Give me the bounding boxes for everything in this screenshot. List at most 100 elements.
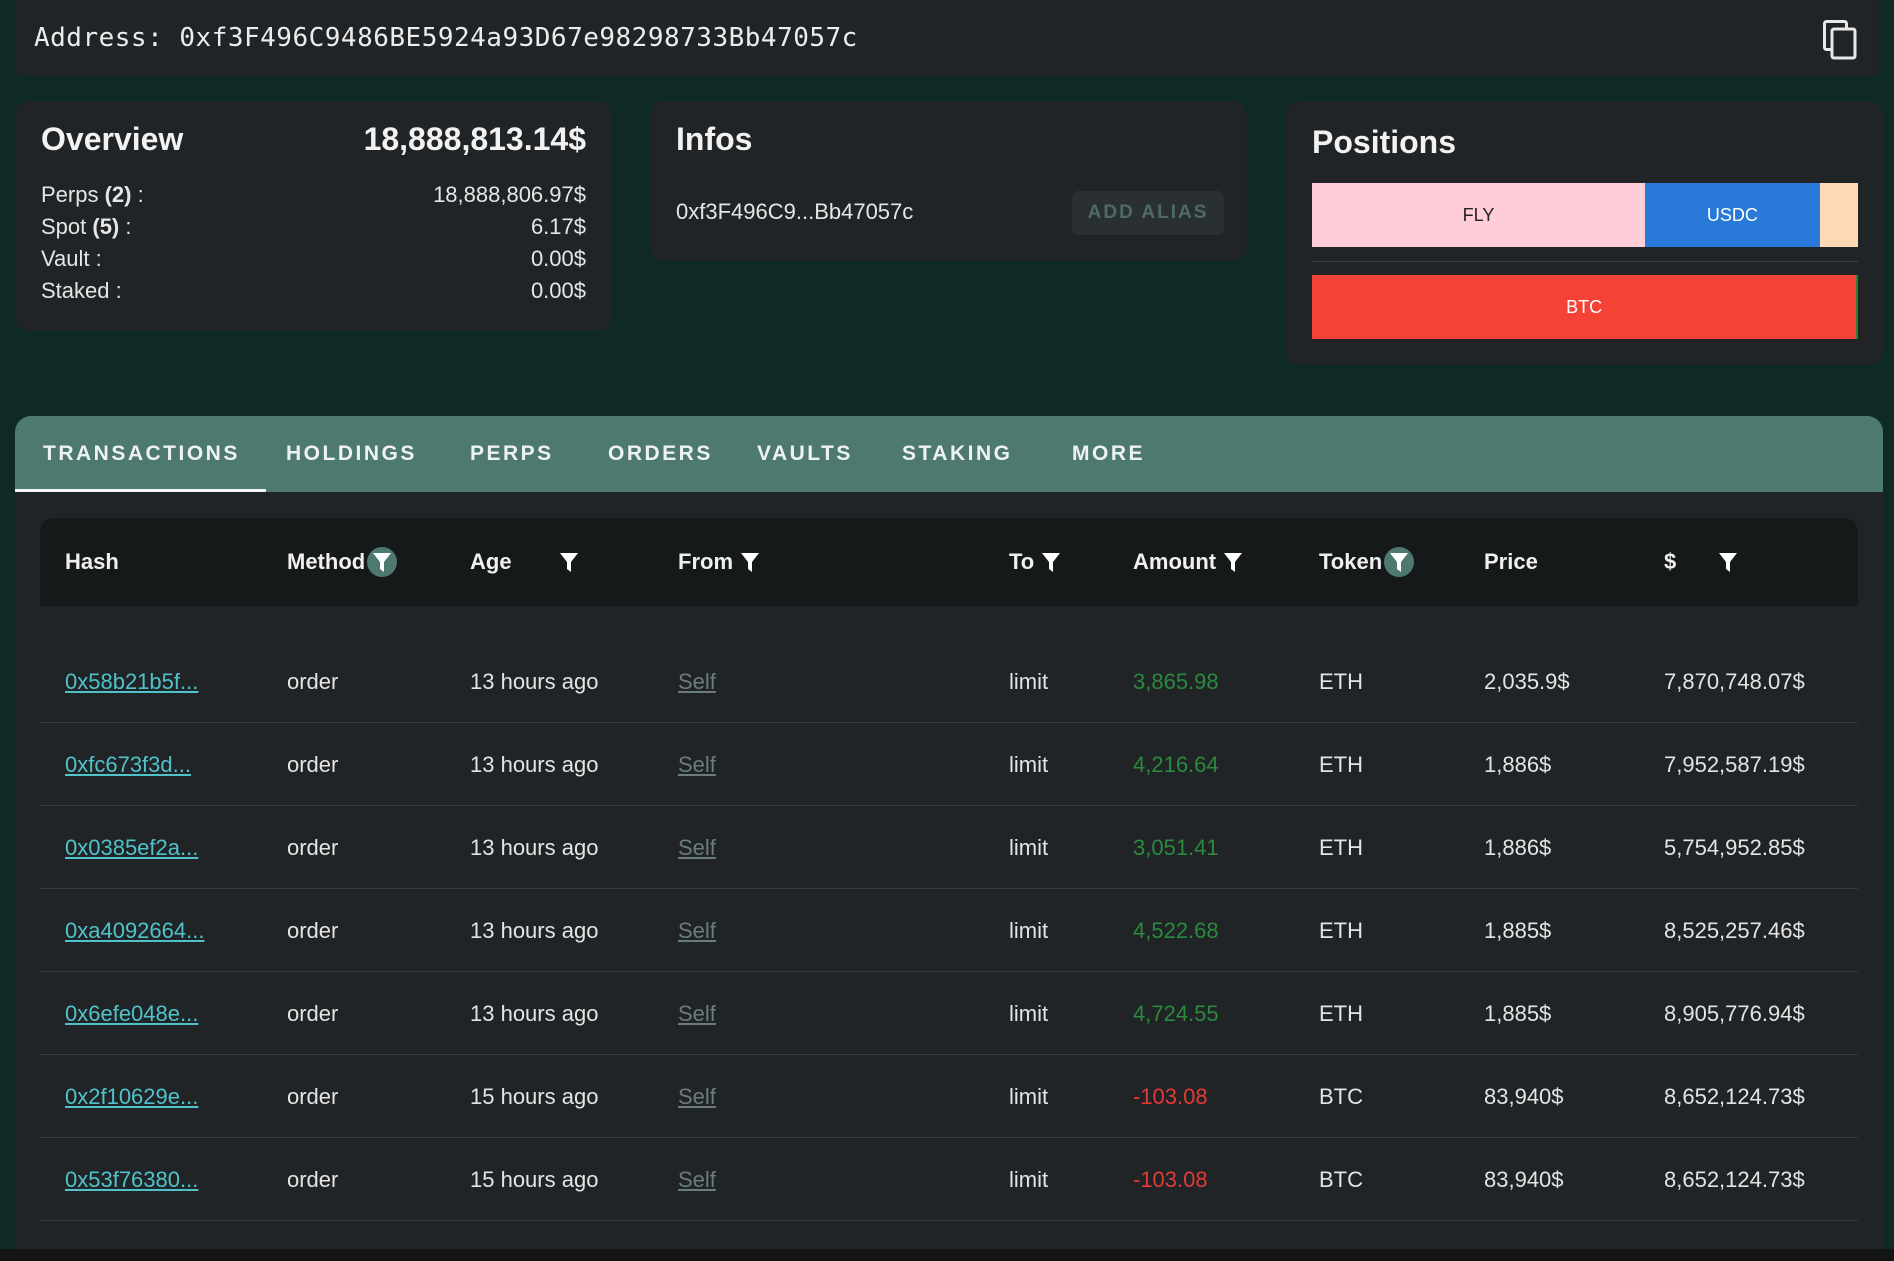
tx-from-link-cell: Self <box>678 640 716 723</box>
tx-method: order <box>287 1000 339 1026</box>
filter-icon[interactable] <box>1384 547 1415 577</box>
tx-amount-cell: -103.08 <box>1133 1138 1208 1221</box>
tab-perps[interactable]: PERPS <box>470 416 554 492</box>
tx-from-link[interactable]: Self <box>678 835 716 861</box>
tx-to-cell: limit <box>1009 972 1048 1055</box>
tx-token-cell: ETH <box>1319 806 1363 889</box>
tab-orders[interactable]: ORDERS <box>608 416 713 492</box>
tx-price-cell: 1,885$ <box>1484 889 1551 972</box>
tx-age-cell: 13 hours ago <box>470 723 598 806</box>
table-row: 0x6efe048e... order 13 hours ago Self limit 4… <box>40 972 1858 1055</box>
tx-token: ETH <box>1319 751 1363 777</box>
table-header: Hash Method Age From To Amount Token Price $ <box>40 518 1858 606</box>
tx-to-cell: limit <box>1009 1138 1048 1221</box>
position-segment-btc[interactable]: BTC <box>1312 275 1857 339</box>
tab-vaults[interactable]: VAULTS <box>757 416 853 492</box>
tab-transactions[interactable]: TRANSACTIONS <box>15 416 266 492</box>
filter-icon[interactable] <box>554 547 584 577</box>
tx-from-link[interactable]: Self <box>678 1001 716 1027</box>
tx-from-link-cell: Self <box>678 972 716 1055</box>
tx-amount-cell: -103.08 <box>1133 1055 1208 1138</box>
column-header-label: Amount <box>1133 549 1217 574</box>
tx-usd-value-cell: 8,652,124.73$ <box>1664 1138 1805 1221</box>
tx-price: 2,035.9$ <box>1484 668 1570 694</box>
tx-age-cell: 15 hours ago <box>470 1138 598 1221</box>
address-value: 0xf3F496C9486BE5924a93D67e98298733Bb4705… <box>179 23 858 53</box>
column-header-hash: Hash <box>65 518 119 606</box>
tx-from-link[interactable]: Self <box>678 669 716 695</box>
tx-price: 83,940$ <box>1484 1166 1564 1192</box>
column-header-label: Method <box>287 549 366 574</box>
filter-icon[interactable] <box>1713 547 1743 577</box>
column-header-usd: $ <box>1664 518 1743 606</box>
positions-divider <box>1312 261 1858 262</box>
tx-to: limit <box>1009 834 1049 860</box>
tx-to: limit <box>1009 668 1049 694</box>
tabs-panel: TRANSACTIONS HOLDINGS PERPS ORDERS VAULTS STA… <box>15 416 1883 1261</box>
tx-method-cell: order <box>287 889 338 972</box>
tx-hash-link[interactable]: 0xa4092664... <box>65 918 204 944</box>
tx-age-cell: 13 hours ago <box>470 972 598 1055</box>
overview-card: Overview 18,888,813.14$ Perps (2) : 18,88… <box>15 101 612 331</box>
tx-hash-link[interactable]: 0x2f10629e... <box>65 1084 198 1110</box>
filter-icon[interactable] <box>1036 547 1066 577</box>
tx-hash-link[interactable]: 0xfc673f3d... <box>65 752 191 778</box>
add-alias-button[interactable]: ADD ALIAS <box>1072 191 1224 235</box>
position-segment-fly[interactable]: FLY <box>1312 183 1646 247</box>
tx-usd-value: 7,870,748.07$ <box>1664 668 1805 694</box>
tx-hash-link-cell: 0x53f76380... <box>65 1138 198 1221</box>
tx-to: limit <box>1009 917 1049 943</box>
tx-token-cell: ETH <box>1319 972 1363 1055</box>
tx-age: 15 hours ago <box>470 1166 599 1192</box>
tx-from-link[interactable]: Self <box>678 752 716 778</box>
tx-hash-link-cell: 0x58b21b5f... <box>65 640 198 723</box>
tab-holdings[interactable]: HOLDINGS <box>286 416 417 492</box>
tab-staking[interactable]: STAKING <box>902 416 1012 492</box>
tx-hash-link[interactable]: 0x6efe048e... <box>65 1001 198 1027</box>
tx-usd-value: 5,754,952.85$ <box>1664 834 1805 860</box>
tx-from-link-cell: Self <box>678 806 716 889</box>
tab-more[interactable]: MORE <box>1072 416 1145 492</box>
overview-row-value: 6.17$ <box>530 214 586 239</box>
column-header-method: Method <box>287 518 398 606</box>
tx-age: 13 hours ago <box>470 751 599 777</box>
filter-icon[interactable] <box>1218 547 1248 577</box>
tx-token: ETH <box>1319 834 1363 860</box>
address-bar: Address: 0xf3F496C9486BE5924a93D67e98298… <box>15 0 1879 76</box>
tx-to-cell: limit <box>1009 1055 1048 1138</box>
tx-hash-link[interactable]: 0x58b21b5f... <box>65 669 198 695</box>
tx-token-cell: ETH <box>1319 723 1363 806</box>
tx-age: 13 hours ago <box>470 1000 599 1026</box>
position-segment[interactable] <box>1819 183 1858 247</box>
overview-row: Spot (5) : 6.17$ <box>41 211 586 243</box>
tx-hash-link[interactable]: 0x0385ef2a... <box>65 835 198 861</box>
tx-age: 13 hours ago <box>470 834 599 860</box>
tx-age-cell: 13 hours ago <box>470 806 598 889</box>
table-row: 0xfc673f3d... order 13 hours ago Self limit 4… <box>40 723 1858 806</box>
tx-method: order <box>287 1166 339 1192</box>
infos-card: Infos 0xf3F496C9...Bb47057c ADD ALIAS <box>650 101 1247 261</box>
tx-method: order <box>287 834 339 860</box>
filter-icon[interactable] <box>367 547 398 577</box>
position-segment[interactable] <box>1856 275 1858 339</box>
address-text: Address: 0xf3F496C9486BE5924a93D67e98298… <box>34 23 858 53</box>
tx-hash-link[interactable]: 0x53f76380... <box>65 1167 198 1193</box>
tx-amount-cell: 4,522.68 <box>1133 889 1219 972</box>
position-segment-usdc[interactable]: USDC <box>1645 183 1820 247</box>
tx-price-cell: 83,940$ <box>1484 1138 1564 1221</box>
address-label: Address: <box>34 23 164 53</box>
tx-token: BTC <box>1319 1166 1363 1192</box>
tx-usd-value: 7,952,587.19$ <box>1664 751 1805 777</box>
tx-usd-value: 8,905,776.94$ <box>1664 1000 1805 1026</box>
tx-price-cell: 83,940$ <box>1484 1055 1564 1138</box>
tx-from-link-cell: Self <box>678 1138 716 1221</box>
tx-price: 83,940$ <box>1484 1083 1564 1109</box>
copy-icon[interactable] <box>1823 20 1857 60</box>
tx-amount: -103.08 <box>1133 1166 1208 1192</box>
filter-icon[interactable] <box>735 547 765 577</box>
tx-from-link[interactable]: Self <box>678 918 716 944</box>
tx-from-link[interactable]: Self <box>678 1084 716 1110</box>
tx-token: BTC <box>1319 1083 1363 1109</box>
overview-row-value: 0.00$ <box>530 246 586 271</box>
tx-from-link[interactable]: Self <box>678 1167 716 1193</box>
